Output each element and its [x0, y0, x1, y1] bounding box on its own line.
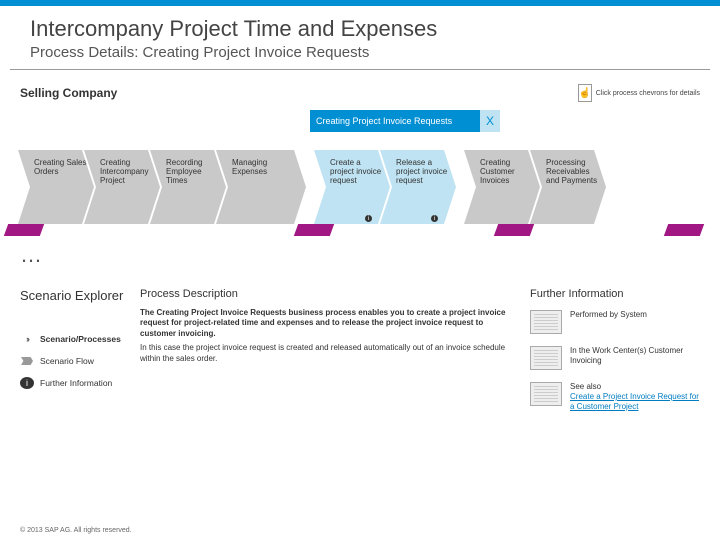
accent-shape: [294, 224, 334, 236]
chevrons-icon: ››: [20, 333, 34, 345]
company-label: Selling Company: [20, 86, 117, 100]
chevron-label: Processing Receivables and Payments: [546, 158, 600, 186]
process-flow: Creating Project Invoice Requests X Crea…: [0, 110, 720, 250]
chevron-label: Creating Customer Invoices: [480, 158, 534, 186]
accent-shape: [664, 224, 704, 236]
subheader: Selling Company ☝ Click process chevrons…: [0, 70, 720, 106]
process-chevron[interactable]: Recording Employee Times: [150, 150, 226, 224]
copyright-footer: © 2013 SAP AG. All rights reserved.: [20, 527, 132, 534]
process-chevron[interactable]: Managing Expenses: [216, 150, 306, 224]
pointer-icon: ☝: [578, 84, 592, 102]
thumbnail-icon: [530, 382, 562, 406]
sidebar-item-label: Scenario Flow: [40, 356, 94, 366]
sidebar-heading: Scenario Explorer: [20, 288, 140, 303]
sidebar-item[interactable]: Scenario Flow: [20, 355, 140, 367]
info-icon[interactable]: i: [365, 215, 372, 222]
accent-row: [0, 224, 720, 238]
process-chevron[interactable]: Processing Receivables and Payments: [530, 150, 606, 224]
sidebar-item[interactable]: i Further Information: [20, 377, 140, 389]
process-chevron[interactable]: Creating Sales Orders: [18, 150, 94, 224]
chevron-label: Managing Expenses: [232, 158, 300, 176]
info-link[interactable]: Create a Project Invoice Request for a C…: [570, 392, 699, 411]
info-icon: i: [20, 377, 34, 389]
further-info: Further Information Performed by System I…: [530, 288, 700, 424]
highlight-tab: Creating Project Invoice Requests: [310, 110, 480, 132]
flow-icon: [20, 355, 34, 367]
process-chevron[interactable]: Creating Intercompany Project: [84, 150, 160, 224]
info-icon[interactable]: i: [431, 215, 438, 222]
chevron-label: Creating Sales Orders: [34, 158, 88, 176]
thumbnail-icon: [530, 310, 562, 334]
legend-hint: ☝ Click process chevrons for details: [578, 84, 700, 102]
sidebar-item[interactable]: ›› Scenario/Processes: [20, 333, 140, 345]
desc-para: In this case the project invoice request…: [140, 343, 518, 364]
hint-text: Click process chevrons for details: [596, 90, 700, 97]
accent-shape: [494, 224, 534, 236]
lower-section: Scenario Explorer ›› Scenario/Processes Sc…: [0, 268, 720, 424]
info-row: Performed by System: [530, 310, 700, 334]
info-text: In the Work Center(s) Customer Invoicing: [570, 346, 700, 366]
desc-para: The Creating Project Invoice Requests bu…: [140, 308, 518, 339]
thumbnail-icon: [530, 346, 562, 370]
process-description: Process Description The Creating Project…: [140, 288, 530, 424]
desc-heading: Process Description: [140, 288, 518, 300]
page-header: Intercompany Project Time and Expenses P…: [10, 6, 710, 70]
further-info-heading: Further Information: [530, 288, 700, 300]
sidebar-item-label: Further Information: [40, 378, 112, 388]
info-row: See also Create a Project Invoice Reques…: [530, 382, 700, 412]
close-button[interactable]: X: [480, 110, 500, 132]
chevron-label: Creating Intercompany Project: [100, 158, 154, 186]
page-subtitle: Process Details: Creating Project Invoic…: [30, 44, 690, 61]
info-row: In the Work Center(s) Customer Invoicing: [530, 346, 700, 370]
process-chevron[interactable]: Release a project invoice request i: [380, 150, 456, 224]
sidebar-item-label: Scenario/Processes: [40, 334, 121, 344]
accent-shape: [4, 224, 44, 236]
page-title: Intercompany Project Time and Expenses: [30, 16, 690, 42]
chevron-label: Recording Employee Times: [166, 158, 220, 186]
chevron-label: Release a project invoice request: [396, 158, 450, 186]
scenario-explorer: Scenario Explorer ›› Scenario/Processes Sc…: [20, 288, 140, 424]
info-text: See also Create a Project Invoice Reques…: [570, 382, 700, 412]
chevron-label: Create a project invoice request: [330, 158, 384, 186]
process-chevron[interactable]: Creating Customer Invoices: [464, 150, 540, 224]
process-chevron[interactable]: Create a project invoice request i: [314, 150, 390, 224]
info-text: Performed by System: [570, 310, 647, 320]
